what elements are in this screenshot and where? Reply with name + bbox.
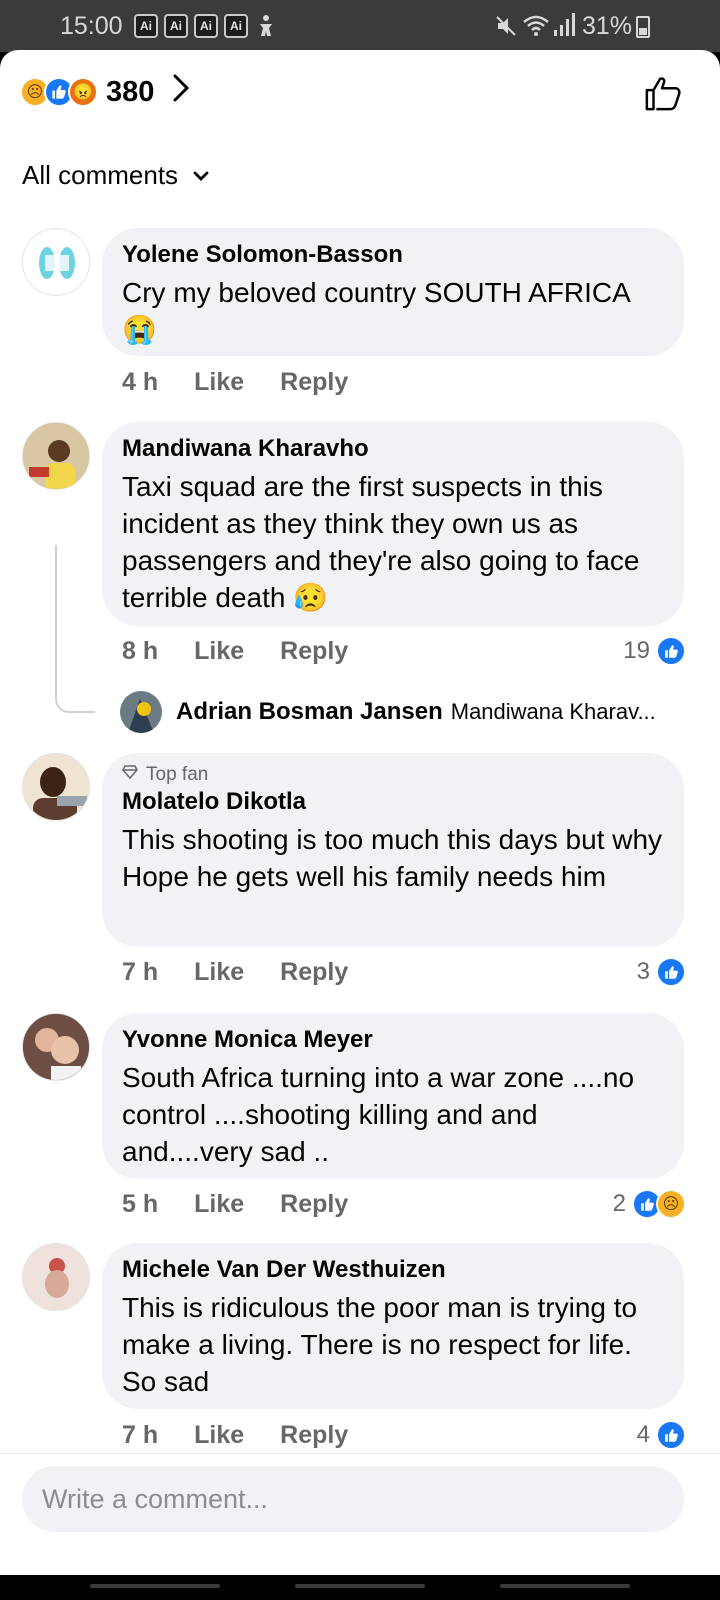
like-button[interactable]: Like	[194, 1190, 244, 1219]
like-thumb-icon[interactable]	[644, 74, 682, 112]
chevron-right-icon	[172, 73, 190, 111]
comment-text: This is ridiculous the poor man is tryin…	[122, 1292, 638, 1397]
comment-text: This shooting is too much this days but …	[122, 824, 663, 892]
comment-reactions[interactable]: 2 ☹	[613, 1189, 686, 1219]
chevron-down-icon	[193, 171, 209, 181]
avatar[interactable]	[22, 753, 90, 821]
sad-emoji-icon: 😥	[293, 582, 329, 613]
comments-sheet: ☹ 😠 380 All comments Yolene Solomon-Bass…	[0, 50, 720, 1575]
ai-badge-icon: Ai	[164, 14, 188, 38]
ai-badge-icon: Ai	[134, 14, 158, 38]
comment-reaction-count: 19	[623, 637, 650, 664]
sad-reaction-icon: ☹	[656, 1189, 686, 1219]
comment-author[interactable]: Molatelo Dikotla	[122, 787, 664, 817]
comment-time: 5 h	[122, 1190, 159, 1218]
comment-text: Taxi squad are the first suspects in thi…	[122, 471, 640, 613]
like-reaction-icon	[656, 1420, 686, 1450]
status-bar: 15:00 Ai Ai Ai Ai 31%	[0, 0, 720, 52]
battery-icon	[636, 16, 650, 38]
comment-reaction-count: 2	[612, 1190, 626, 1217]
comment-text: Cry my beloved country SOUTH AFRICA 😭	[122, 277, 631, 345]
reply-author[interactable]: Adrian Bosman Jansen	[176, 698, 443, 726]
comment-time: 7 h	[122, 1421, 159, 1449]
avatar[interactable]	[120, 691, 162, 733]
nav-recents-button[interactable]	[90, 1584, 220, 1588]
avatar[interactable]	[22, 1243, 90, 1311]
reply-thread-line	[55, 545, 95, 713]
system-nav-bar	[0, 1575, 720, 1600]
comment-text: South Africa turning into a war zone ...…	[122, 1062, 635, 1167]
like-button[interactable]: Like	[194, 637, 244, 666]
comment-reaction-count: 3	[636, 958, 650, 985]
mute-icon	[496, 16, 516, 36]
comment-reactions[interactable]: 3	[637, 957, 686, 987]
comment-author[interactable]: Yvonne Monica Meyer	[122, 1025, 664, 1055]
reply-button[interactable]: Reply	[280, 368, 348, 397]
comment-reactions[interactable]: 4	[637, 1420, 686, 1450]
ai-badge-icon: Ai	[224, 14, 248, 38]
comment-composer-bar: Write a comment...	[0, 1453, 720, 1575]
comment-actions: 7 h Like Reply	[122, 1421, 384, 1450]
comment-reactions[interactable]: 19	[623, 636, 686, 666]
comment-time: 8 h	[122, 637, 159, 665]
avatar[interactable]	[22, 422, 90, 490]
comment-reaction-count: 4	[636, 1421, 650, 1448]
like-reaction-icon	[656, 957, 686, 987]
reply-button[interactable]: Reply	[280, 637, 348, 666]
reply-snippet: Mandiwana Kharav...	[450, 699, 656, 724]
comment-actions: 7 h Like Reply	[122, 958, 384, 987]
comment-time: 7 h	[122, 958, 159, 986]
comment-input[interactable]: Write a comment...	[22, 1466, 684, 1532]
wifi-icon	[523, 15, 549, 36]
filter-label: All comments	[22, 160, 179, 190]
comment-bubble[interactable]: Yolene Solomon-Basson Cry my beloved cou…	[102, 228, 684, 356]
reply-button[interactable]: Reply	[280, 1190, 348, 1219]
comment-filter-dropdown[interactable]: All comments	[22, 160, 210, 191]
like-button[interactable]: Like	[194, 368, 244, 397]
comment-actions: 8 h Like Reply	[122, 637, 384, 666]
nav-home-button[interactable]	[295, 1584, 425, 1588]
nav-back-button[interactable]	[500, 1584, 630, 1588]
comment-bubble[interactable]: Mandiwana Kharavho Taxi squad are the fi…	[102, 422, 684, 626]
comment-bubble[interactable]: Michele Van Der Westhuizen This is ridic…	[102, 1243, 684, 1409]
comment-bubble[interactable]: Yvonne Monica Meyer South Africa turning…	[102, 1013, 684, 1179]
crying-emoji-icon: 😭	[122, 314, 157, 345]
accessibility-icon	[260, 15, 272, 36]
reply-button[interactable]: Reply	[280, 1421, 348, 1450]
ai-badge-icon: Ai	[194, 14, 218, 38]
like-button[interactable]: Like	[194, 958, 244, 987]
comment-time: 4 h	[122, 368, 159, 396]
avatar[interactable]	[22, 1013, 90, 1081]
reactions-summary[interactable]: ☹ 😠 380	[20, 73, 190, 111]
top-fan-badge: Top fan	[122, 763, 664, 787]
comment-author[interactable]: Michele Van Der Westhuizen	[122, 1255, 664, 1285]
comment-bubble[interactable]: Top fan Molatelo Dikotla This shooting i…	[102, 753, 684, 947]
reply-button[interactable]: Reply	[280, 958, 348, 987]
reaction-count: 380	[106, 75, 155, 108]
reply-preview[interactable]: Adrian Bosman Jansen Mandiwana Kharav...	[120, 690, 656, 734]
comment-actions: 5 h Like Reply	[122, 1190, 384, 1219]
comment-author[interactable]: Mandiwana Kharavho	[122, 434, 664, 464]
status-time: 15:00	[60, 12, 123, 40]
angry-reaction-icon: 😠	[68, 77, 98, 107]
comment-actions: 4 h Like Reply	[122, 368, 384, 397]
like-button[interactable]: Like	[194, 1421, 244, 1450]
like-reaction-icon	[656, 636, 686, 666]
signal-icon	[554, 13, 575, 36]
battery-percent: 31%	[582, 12, 633, 40]
diamond-icon	[122, 763, 138, 787]
comment-author[interactable]: Yolene Solomon-Basson	[122, 240, 664, 270]
avatar[interactable]	[22, 228, 90, 296]
